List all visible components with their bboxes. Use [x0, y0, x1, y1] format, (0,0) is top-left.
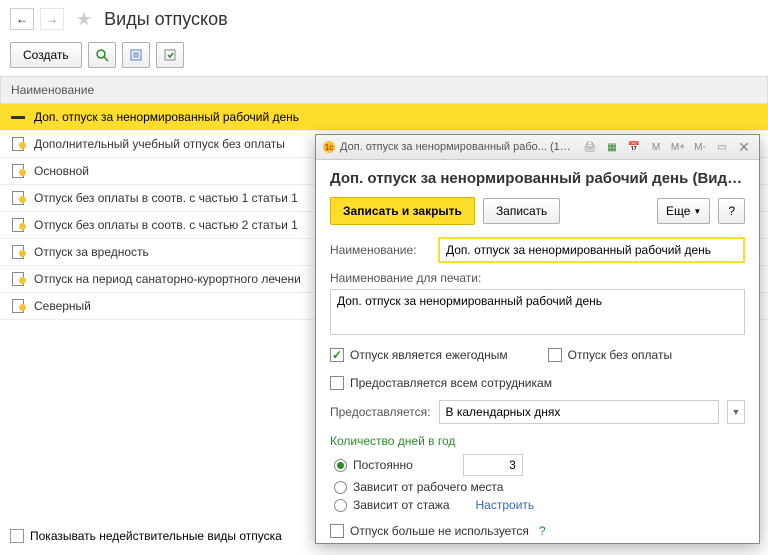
name-label: Наименование: [330, 243, 430, 257]
radio-workplace-label: Зависит от рабочего места [353, 480, 503, 494]
help-button[interactable]: ? [718, 198, 745, 224]
granted-select[interactable]: В календарных днях [439, 400, 720, 424]
row-selected-icon [10, 109, 26, 125]
all-employees-checkbox[interactable] [330, 376, 344, 390]
show-inactive-checkbox[interactable] [10, 529, 24, 543]
document-icon [10, 163, 26, 179]
not-used-checkbox[interactable] [330, 524, 344, 538]
m-button[interactable]: M [647, 139, 665, 155]
table-row[interactable]: Доп. отпуск за ненормированный рабочий д… [0, 104, 768, 131]
svg-text:1c: 1c [325, 143, 333, 152]
annual-label: Отпуск является ежегодным [350, 348, 508, 362]
nav-back-button[interactable]: ← [10, 8, 34, 30]
edit-dialog: 1c Доп. отпуск за ненормированный рабо..… [315, 134, 760, 544]
unpaid-checkbox[interactable] [548, 348, 562, 362]
document-icon [10, 136, 26, 152]
help-icon[interactable]: ? [539, 524, 546, 538]
print-icon[interactable]: 🖨 [581, 139, 599, 155]
find-button[interactable] [88, 42, 116, 68]
dialog-window-title: Доп. отпуск за ненормированный рабо... (… [340, 141, 577, 153]
radio-seniority-label: Зависит от стажа [353, 498, 450, 512]
export-button[interactable] [156, 42, 184, 68]
minimize-button[interactable]: ▭ [713, 139, 731, 155]
not-used-label: Отпуск больше не используется [350, 524, 529, 538]
create-button[interactable]: Создать [10, 42, 82, 68]
print-name-label: Наименование для печати: [330, 271, 481, 285]
constant-days-input[interactable] [463, 454, 523, 476]
close-button[interactable]: ✕ [735, 139, 753, 155]
m-minus-button[interactable]: M- [691, 139, 709, 155]
more-button[interactable]: Еще▼ [657, 198, 710, 224]
calendar-icon[interactable]: 📅 [625, 139, 643, 155]
document-icon [10, 190, 26, 206]
save-close-button[interactable]: Записать и закрыть [330, 197, 475, 225]
app-icon: 1c [322, 140, 336, 154]
document-icon [10, 244, 26, 260]
save-button[interactable]: Записать [483, 198, 560, 224]
dialog-title: Доп. отпуск за ненормированный рабочий д… [330, 170, 745, 187]
document-icon [10, 217, 26, 233]
radio-constant[interactable] [334, 459, 347, 472]
configure-link[interactable]: Настроить [476, 498, 535, 512]
unpaid-label: Отпуск без оплаты [568, 348, 672, 362]
favorite-star-icon[interactable]: ★ [76, 9, 92, 30]
show-inactive-label: Показывать недействительные виды отпуска [30, 529, 282, 543]
list-button[interactable] [122, 42, 150, 68]
radio-constant-label: Постоянно [353, 458, 413, 472]
document-icon [10, 298, 26, 314]
radio-seniority[interactable] [334, 499, 347, 512]
m-plus-button[interactable]: M+ [669, 139, 687, 155]
page-title: Виды отпусков [104, 9, 228, 30]
document-icon [10, 271, 26, 287]
dropdown-arrow-icon[interactable]: ▼ [727, 400, 745, 424]
annual-checkbox[interactable] [330, 348, 344, 362]
grid-icon[interactable]: ▦ [603, 139, 621, 155]
days-per-year-label: Количество дней в год [330, 434, 745, 448]
print-name-textarea[interactable] [330, 289, 745, 335]
all-employees-label: Предоставляется всем сотрудникам [350, 376, 552, 390]
nav-forward-button[interactable]: → [40, 8, 64, 30]
radio-workplace[interactable] [334, 481, 347, 494]
granted-label: Предоставляется: [330, 405, 431, 419]
name-input[interactable] [438, 237, 745, 263]
column-header-name[interactable]: Наименование [0, 76, 768, 104]
